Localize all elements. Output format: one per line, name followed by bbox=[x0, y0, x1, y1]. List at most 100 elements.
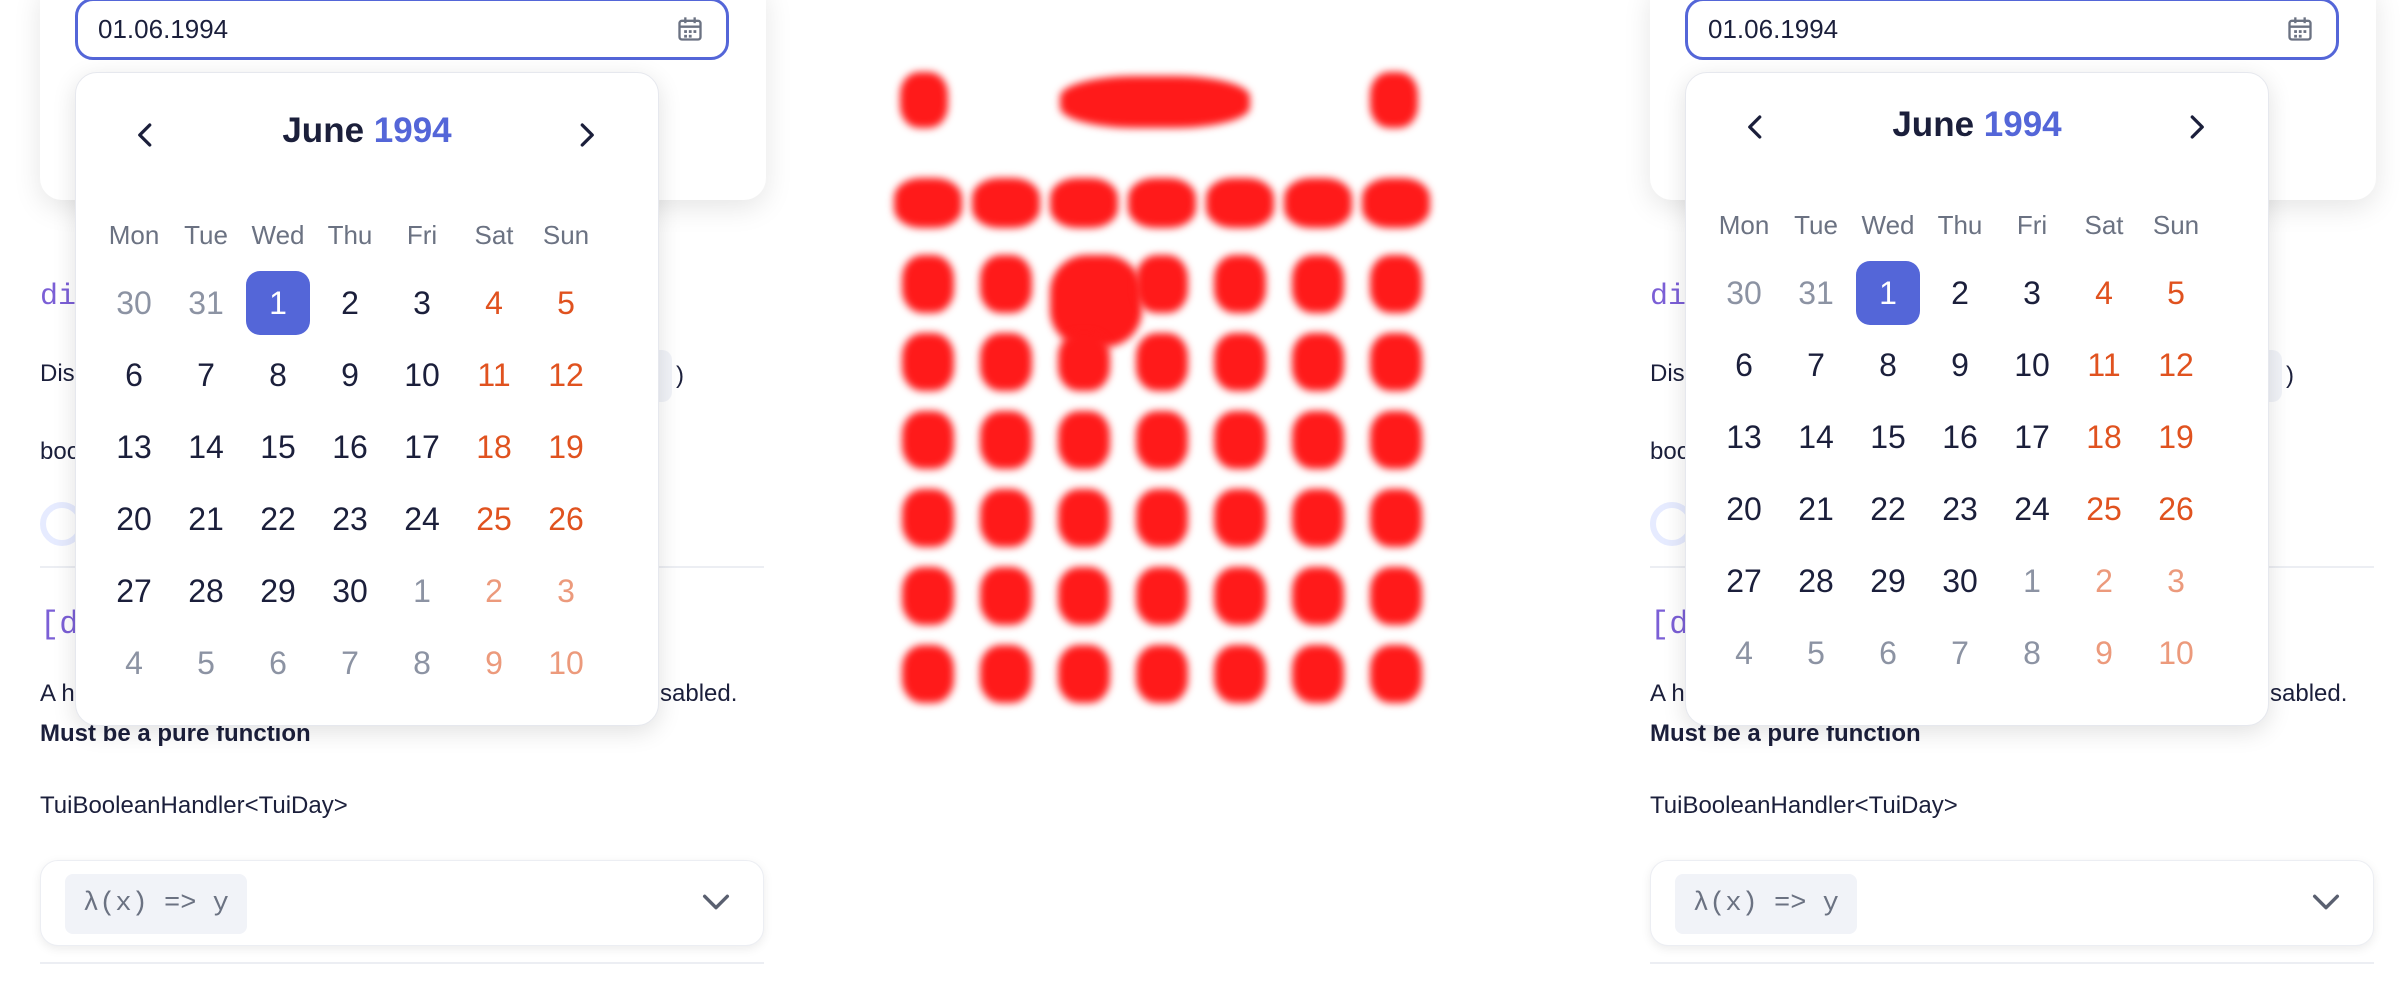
calendar-day[interactable]: 30 bbox=[1708, 257, 1780, 329]
calendar-day[interactable]: 7 bbox=[170, 339, 242, 411]
calendar-day[interactable]: 10 bbox=[1996, 329, 2068, 401]
calendar-day[interactable]: 5 bbox=[1780, 617, 1852, 689]
calendar-day[interactable]: 8 bbox=[1996, 617, 2068, 689]
calendar-day[interactable]: 18 bbox=[458, 411, 530, 483]
calendar-day[interactable]: 9 bbox=[314, 339, 386, 411]
calendar-day[interactable]: 11 bbox=[458, 339, 530, 411]
calendar-day[interactable]: 12 bbox=[2140, 329, 2212, 401]
next-month-button[interactable] bbox=[2176, 107, 2216, 147]
calendar-day[interactable]: 3 bbox=[2140, 545, 2212, 617]
calendar-day[interactable]: 4 bbox=[1708, 617, 1780, 689]
calendar-day[interactable]: 23 bbox=[1924, 473, 1996, 545]
handler-select[interactable]: λ(x) => y bbox=[40, 860, 764, 946]
calendar-day[interactable]: 27 bbox=[98, 555, 170, 627]
calendar-icon[interactable] bbox=[2286, 15, 2314, 43]
calendar-day[interactable]: 5 bbox=[170, 627, 242, 699]
calendar-day[interactable]: 12 bbox=[530, 339, 602, 411]
calendar-day[interactable]: 25 bbox=[458, 483, 530, 555]
year-label[interactable]: 1994 bbox=[374, 111, 452, 150]
calendar-day[interactable]: 15 bbox=[242, 411, 314, 483]
calendar-day[interactable]: 2 bbox=[1924, 257, 1996, 329]
calendar-day[interactable]: 31 bbox=[170, 267, 242, 339]
calendar-day[interactable]: 9 bbox=[458, 627, 530, 699]
calendar-day[interactable]: 29 bbox=[242, 555, 314, 627]
diff-blob bbox=[902, 255, 954, 313]
calendar-day[interactable]: 13 bbox=[1708, 401, 1780, 473]
calendar-day[interactable]: 20 bbox=[1708, 473, 1780, 545]
attr-name-text: [d bbox=[1650, 606, 1689, 643]
calendar-day[interactable]: 10 bbox=[386, 339, 458, 411]
calendar-day[interactable]: 16 bbox=[1924, 401, 1996, 473]
calendar-day[interactable]: 4 bbox=[2068, 257, 2140, 329]
calendar-day[interactable]: 30 bbox=[314, 555, 386, 627]
calendar-day[interactable]: 17 bbox=[386, 411, 458, 483]
calendar-day[interactable]: 18 bbox=[2068, 401, 2140, 473]
calendar-day[interactable]: 6 bbox=[1708, 329, 1780, 401]
calendar-day[interactable]: 10 bbox=[2140, 617, 2212, 689]
calendar-day[interactable]: 27 bbox=[1708, 545, 1780, 617]
calendar-day-label: 4 bbox=[1735, 635, 1753, 671]
next-month-button[interactable] bbox=[566, 115, 606, 155]
calendar-day[interactable]: 26 bbox=[2140, 473, 2212, 545]
calendar-day[interactable]: 22 bbox=[242, 483, 314, 555]
date-input[interactable]: 01.06.1994 bbox=[75, 0, 729, 60]
calendar-day[interactable]: 3 bbox=[1996, 257, 2068, 329]
calendar-day[interactable]: 4 bbox=[458, 267, 530, 339]
calendar-day[interactable]: 30 bbox=[1924, 545, 1996, 617]
calendar-day[interactable]: 6 bbox=[98, 339, 170, 411]
calendar-day[interactable]: 17 bbox=[1996, 401, 2068, 473]
calendar-day[interactable]: 5 bbox=[530, 267, 602, 339]
calendar-day[interactable]: 11 bbox=[2068, 329, 2140, 401]
calendar-day[interactable]: 23 bbox=[314, 483, 386, 555]
calendar-day[interactable]: 19 bbox=[530, 411, 602, 483]
calendar-day[interactable]: 14 bbox=[1780, 401, 1852, 473]
calendar-day[interactable]: 7 bbox=[1924, 617, 1996, 689]
calendar-day[interactable]: 14 bbox=[170, 411, 242, 483]
calendar-day[interactable]: 28 bbox=[1780, 545, 1852, 617]
date-input[interactable]: 01.06.1994 bbox=[1685, 0, 2339, 60]
calendar-day[interactable]: 13 bbox=[98, 411, 170, 483]
calendar-day[interactable]: 2 bbox=[2068, 545, 2140, 617]
calendar-day[interactable]: 7 bbox=[314, 627, 386, 699]
calendar-day[interactable]: 21 bbox=[1780, 473, 1852, 545]
calendar-day[interactable]: 16 bbox=[314, 411, 386, 483]
calendar-day[interactable]: 2 bbox=[314, 267, 386, 339]
calendar-day[interactable]: 24 bbox=[386, 483, 458, 555]
calendar-day[interactable]: 1 bbox=[386, 555, 458, 627]
month-label[interactable]: June bbox=[1892, 105, 1974, 144]
calendar-day[interactable]: 24 bbox=[1996, 473, 2068, 545]
calendar-day[interactable]: 31 bbox=[1780, 257, 1852, 329]
handler-select[interactable]: λ(x) => y bbox=[1650, 860, 2374, 946]
calendar-day[interactable]: 4 bbox=[98, 627, 170, 699]
calendar-day[interactable]: 5 bbox=[2140, 257, 2212, 329]
calendar-day[interactable]: 19 bbox=[2140, 401, 2212, 473]
calendar-day[interactable]: 26 bbox=[530, 483, 602, 555]
calendar-day[interactable]: 21 bbox=[170, 483, 242, 555]
calendar-day[interactable]: 6 bbox=[1852, 617, 1924, 689]
month-label[interactable]: June bbox=[282, 111, 364, 150]
calendar-day[interactable]: 7 bbox=[1780, 329, 1852, 401]
calendar-day[interactable]: 3 bbox=[530, 555, 602, 627]
calendar-day[interactable]: 8 bbox=[242, 339, 314, 411]
calendar-icon[interactable] bbox=[676, 15, 704, 43]
calendar-day[interactable]: 20 bbox=[98, 483, 170, 555]
calendar-day[interactable]: 6 bbox=[242, 627, 314, 699]
calendar-day[interactable]: 9 bbox=[2068, 617, 2140, 689]
calendar-day[interactable]: 28 bbox=[170, 555, 242, 627]
calendar-day[interactable]: 2 bbox=[458, 555, 530, 627]
diff-blob bbox=[1058, 567, 1110, 625]
calendar-day[interactable]: 30 bbox=[98, 267, 170, 339]
calendar-day[interactable]: 25 bbox=[2068, 473, 2140, 545]
calendar-day[interactable]: 22 bbox=[1852, 473, 1924, 545]
calendar-day[interactable]: 15 bbox=[1852, 401, 1924, 473]
calendar-day[interactable]: 1 bbox=[1852, 257, 1924, 329]
calendar-day[interactable]: 9 bbox=[1924, 329, 1996, 401]
calendar-day[interactable]: 29 bbox=[1852, 545, 1924, 617]
calendar-day[interactable]: 3 bbox=[386, 267, 458, 339]
calendar-day[interactable]: 1 bbox=[242, 267, 314, 339]
calendar-day[interactable]: 1 bbox=[1996, 545, 2068, 617]
calendar-day[interactable]: 8 bbox=[1852, 329, 1924, 401]
year-label[interactable]: 1994 bbox=[1984, 105, 2062, 144]
calendar-day[interactable]: 10 bbox=[530, 627, 602, 699]
calendar-day[interactable]: 8 bbox=[386, 627, 458, 699]
